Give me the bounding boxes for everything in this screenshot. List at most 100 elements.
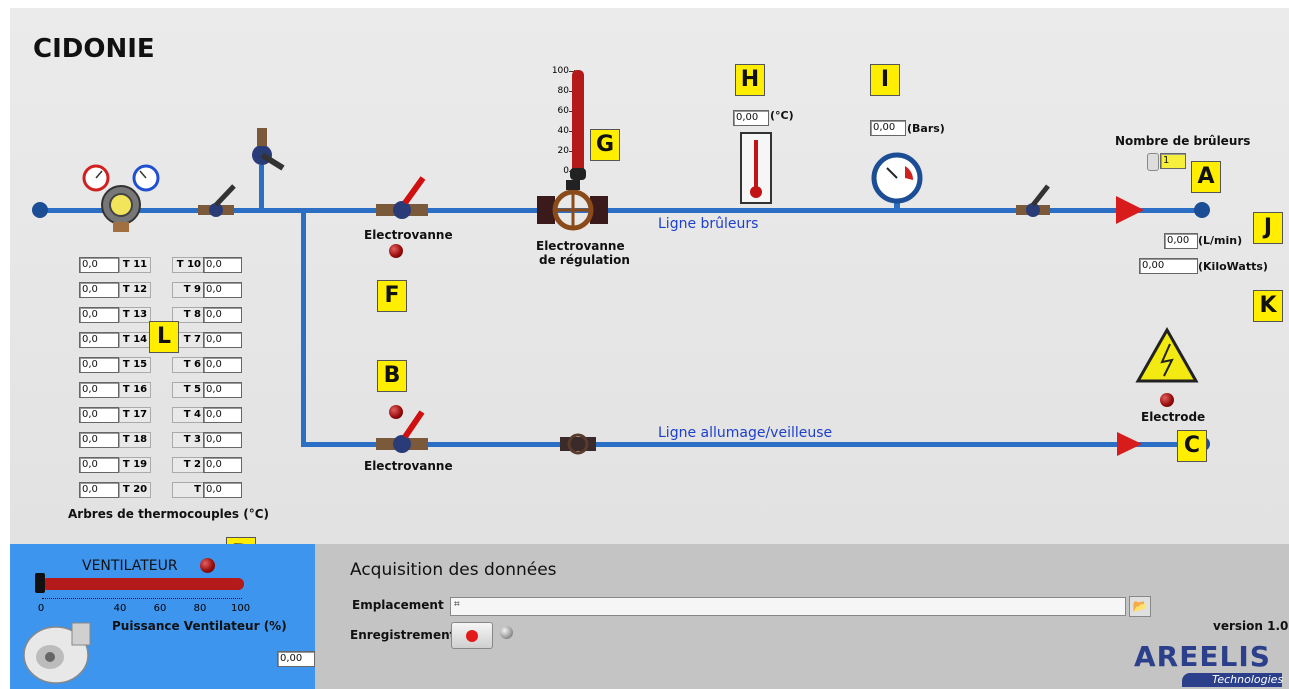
ignition-line-label: Ligne allumage/veilleuse <box>658 425 833 441</box>
burners-count-input[interactable]: 1 <box>1160 153 1186 169</box>
burners-count-spinner[interactable] <box>1147 153 1159 171</box>
location-label: Emplacement <box>352 598 444 612</box>
ventilation-scale-label: 60 <box>153 603 167 614</box>
thermocouple-value: 0,0 <box>203 307 242 323</box>
valve-bottom-led <box>389 405 403 419</box>
folder-icon: 📂 <box>1132 599 1148 613</box>
brand-name: AREELIS <box>1134 640 1271 673</box>
thermocouple-label: T 20 <box>119 482 151 498</box>
thermocouple-label: T 16 <box>119 382 151 398</box>
thermocouple-label: T 15 <box>119 357 151 373</box>
thermocouple-value: 0,0 <box>79 257 119 273</box>
record-button[interactable] <box>451 622 493 649</box>
thermocouple-value: 0,0 <box>203 257 242 273</box>
fan-icon <box>23 622 91 684</box>
solenoid-valve-top-icon <box>376 176 428 219</box>
marker-c: C <box>1177 430 1207 462</box>
marker-f: F <box>377 280 407 312</box>
thermocouple-value: 0,0 <box>203 482 242 498</box>
flow-unit: (L/min) <box>1198 234 1243 247</box>
ignition-wheel-valve-icon <box>560 433 596 455</box>
record-icon <box>466 630 478 642</box>
inlet-endpoint <box>32 202 48 218</box>
thermocouple-label: T 2 <box>172 457 204 473</box>
ventilation-value: 0,00 <box>277 651 315 667</box>
ventilation-scale-label: 100 <box>231 603 251 614</box>
power-value: 0,00 <box>1139 258 1198 274</box>
thermocouple-label: T 6 <box>172 357 204 373</box>
thermocouple-value: 0,0 <box>79 432 119 448</box>
brand-sub: Technologies <box>1212 673 1284 686</box>
thermocouple-label: T 5 <box>172 382 204 398</box>
regulator-icon <box>82 164 160 232</box>
acquisition-title: Acquisition des données <box>350 560 557 580</box>
electrode-led <box>1160 393 1174 407</box>
ventilation-scale-label: 40 <box>113 603 127 614</box>
marker-a: A <box>1191 161 1221 193</box>
power-unit: (KiloWatts) <box>1198 260 1268 273</box>
gauge-g-base <box>570 168 586 180</box>
thermocouple-label: T 12 <box>119 282 151 298</box>
thermometer-icon <box>740 132 772 204</box>
gauge-g-tick-label: 40 <box>557 126 569 136</box>
gauge-g-track <box>572 70 584 174</box>
thermocouple-value: 0,0 <box>203 382 242 398</box>
high-voltage-warning-icon <box>1135 326 1199 383</box>
temperature-value: 0,00 <box>733 110 769 126</box>
gauge-g-level <box>572 70 584 174</box>
thermocouple-label: T 10 <box>172 257 204 273</box>
valve-top-label: Electrovanne <box>364 228 453 242</box>
record-status-led <box>500 626 513 639</box>
thermocouple-value: 0,0 <box>79 457 119 473</box>
pressure-unit: (Bars) <box>907 122 945 135</box>
ventilation-power-label: Puissance Ventilateur (%) <box>112 619 287 633</box>
thermocouples-caption: Arbres de thermocouples (°C) <box>68 507 269 521</box>
burner-nozzle-icon <box>1116 196 1144 224</box>
brand-logo: AREELIS Technologies <box>1134 640 1284 687</box>
ventilation-led <box>200 558 215 573</box>
ventilation-scale-ticks <box>42 594 242 599</box>
thermocouple-value: 0,0 <box>203 357 242 373</box>
ignition-line-pipe <box>301 442 1201 447</box>
thermocouple-value: 0,0 <box>79 482 119 498</box>
burner-outlet-endpoint <box>1194 202 1210 218</box>
thermocouple-value: 0,0 <box>79 407 119 423</box>
thermocouple-value: 0,0 <box>79 332 119 348</box>
thermocouple-value: 0,0 <box>79 282 119 298</box>
ignition-nozzle-icon <box>1117 432 1142 456</box>
valve-top-led <box>389 244 403 258</box>
ventilation-slider-track[interactable] <box>42 578 244 590</box>
regulation-valve-label-1: Electrovanne <box>536 239 625 253</box>
burner-line-label: Ligne brûleurs <box>658 216 759 232</box>
gauge-g-tick-label: 0 <box>563 166 569 176</box>
gauge-g-tick-label: 100 <box>551 66 569 76</box>
marker-g: G <box>590 129 620 161</box>
gauge-g-tick-label: 60 <box>557 106 569 116</box>
electrode-label: Electrode <box>1141 410 1206 424</box>
temperature-unit: (°C) <box>770 109 794 122</box>
path-icon: ⌗ <box>454 599 460 610</box>
browse-folder-button[interactable]: 📂 <box>1129 596 1151 617</box>
marker-b: B <box>377 360 407 392</box>
manual-valve-right-icon <box>1016 184 1050 217</box>
gauge-g-tick-label: 80 <box>557 86 569 96</box>
thermocouple-value: 0,0 <box>203 407 242 423</box>
ventilation-slider-fill <box>42 578 244 590</box>
thermocouple-label: T 3 <box>172 432 204 448</box>
regulation-valve-icon <box>537 180 608 231</box>
thermocouple-value: 0,0 <box>203 457 242 473</box>
location-path-input[interactable]: ⌗ <box>450 597 1126 616</box>
thermocouple-label: T <box>172 482 204 498</box>
gauge-g-tick-label: 20 <box>557 146 569 156</box>
marker-l: L <box>149 321 179 353</box>
gauge-g: 100 80 60 40 20 0 <box>541 66 586 182</box>
thermocouple-value: 0,0 <box>203 282 242 298</box>
thermocouple-label: T 11 <box>119 257 151 273</box>
thermocouple-label: T 14 <box>119 332 151 348</box>
pressure-gauge-icon <box>871 152 923 208</box>
thermocouple-label: T 4 <box>172 407 204 423</box>
marker-h: H <box>735 64 765 96</box>
thermocouple-label: T 19 <box>119 457 151 473</box>
regulation-valve-label-2: de régulation <box>539 253 630 267</box>
ventilation-slider-handle[interactable] <box>35 573 45 593</box>
